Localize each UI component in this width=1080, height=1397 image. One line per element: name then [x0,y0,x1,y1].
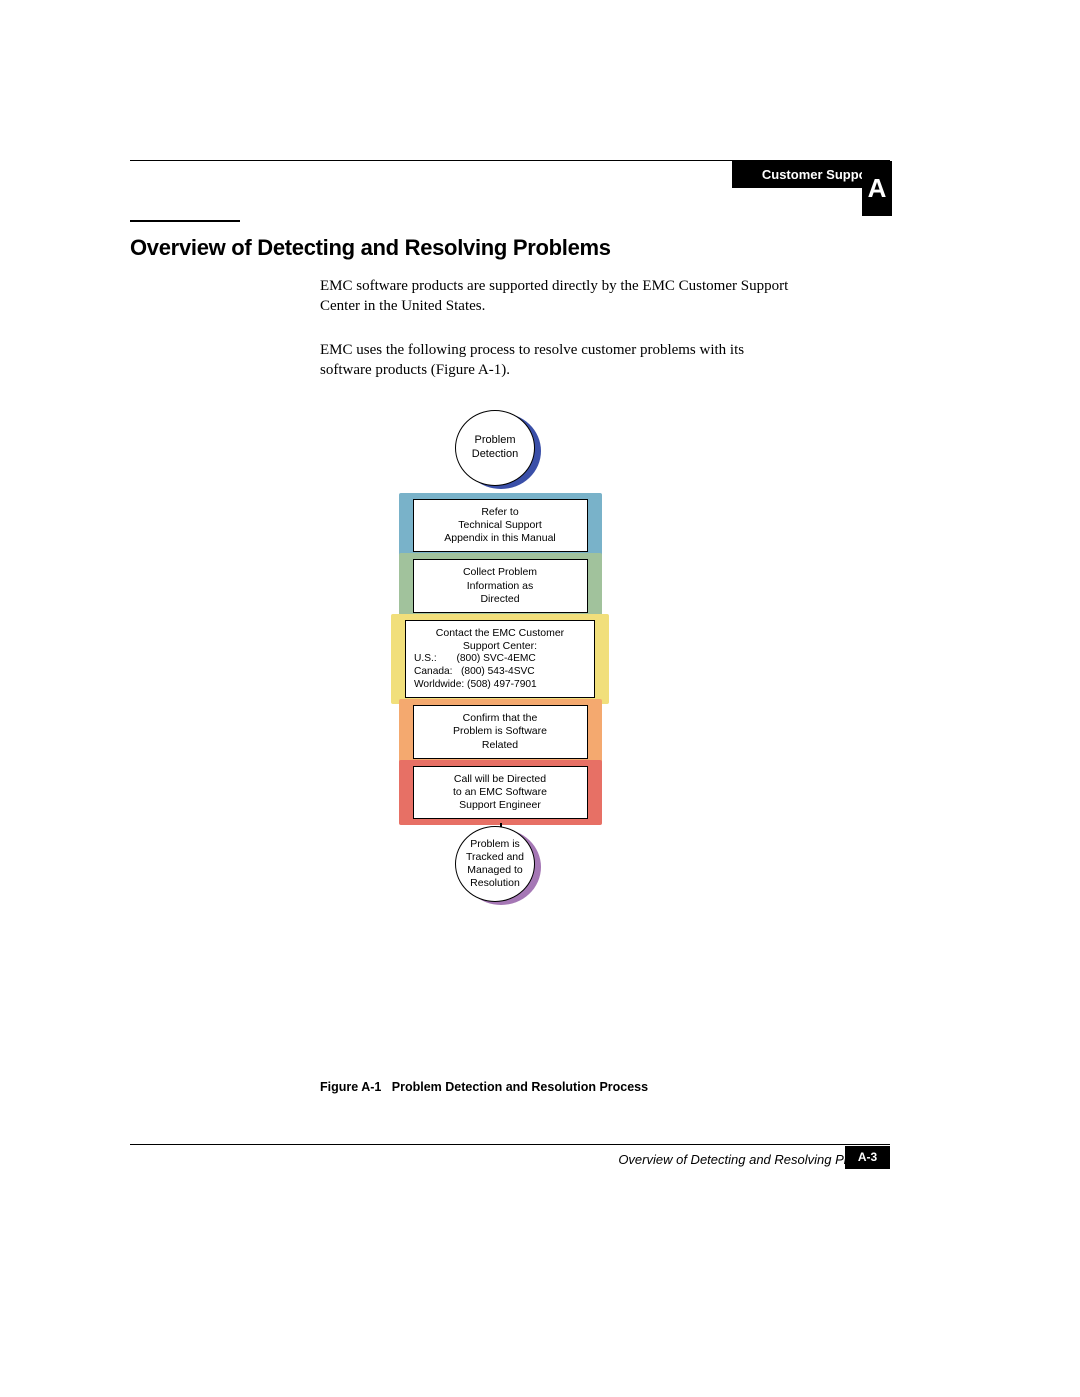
page-number-label: A-3 [845,1146,890,1169]
flow-step-3-phone-ca: Canada: (800) 543-4SVC [414,666,586,679]
title-short-rule [130,220,240,222]
flow-step-5: Call will be Directedto an EMC SoftwareS… [413,766,588,819]
flow-step-2: Collect ProblemInformation asDirected [413,559,588,612]
flow-end-node: Problem isTracked andManaged toResolutio… [455,826,545,908]
flow-step-1-text: Refer toTechnical SupportAppendix in thi… [413,499,588,552]
flow-step-2-text: Collect ProblemInformation asDirected [413,559,588,612]
flow-step-5-text: Call will be Directedto an EMC SoftwareS… [413,766,588,819]
flow-step-3-phone-us: U.S.: (800) SVC-4EMC [414,653,586,666]
flow-step-3-phone-ww: Worldwide: (508) 497-7901 [414,679,586,692]
paragraph-2: EMC uses the following process to resolv… [320,340,790,381]
phone-region-us: U.S.: [414,653,437,664]
figure-caption: Figure A-1 Problem Detection and Resolut… [320,1080,648,1094]
flow-step-4-text: Confirm that theProblem is SoftwareRelat… [413,705,588,758]
document-page: Customer Support A Overview of Detecting… [0,0,1080,1397]
flow-step-3-heading: Contact the EMC CustomerSupport Center: [414,627,586,653]
flow-step-4: Confirm that theProblem is SoftwareRelat… [413,705,588,758]
flowchart: Problem Detection Refer toTechnical Supp… [390,410,610,912]
bottom-horizontal-rule [130,1144,890,1145]
phone-region-ww: Worldwide: [414,679,464,690]
flow-start-node: Problem Detection [455,410,545,492]
phone-number-ca: (800) 543-4SVC [461,666,535,677]
flow-start-label: Problem Detection [455,410,535,486]
paragraph-1: EMC software products are supported dire… [320,276,790,317]
flow-end-label: Problem isTracked andManaged toResolutio… [455,826,535,902]
flow-step-3-box: Contact the EMC CustomerSupport Center: … [405,620,595,699]
flow-step-1: Refer toTechnical SupportAppendix in thi… [413,499,588,552]
phone-region-ca: Canada: [414,666,453,677]
phone-number-us: (800) SVC-4EMC [456,653,535,664]
phone-number-ww: (508) 497-7901 [467,679,537,690]
appendix-tab-letter: A [862,161,892,216]
flow-step-3: Contact the EMC CustomerSupport Center: … [405,620,595,699]
figure-caption-title: Problem Detection and Resolution Process [392,1080,648,1094]
figure-caption-ref: Figure A-1 [320,1080,381,1094]
section-title: Overview of Detecting and Resolving Prob… [130,235,611,261]
